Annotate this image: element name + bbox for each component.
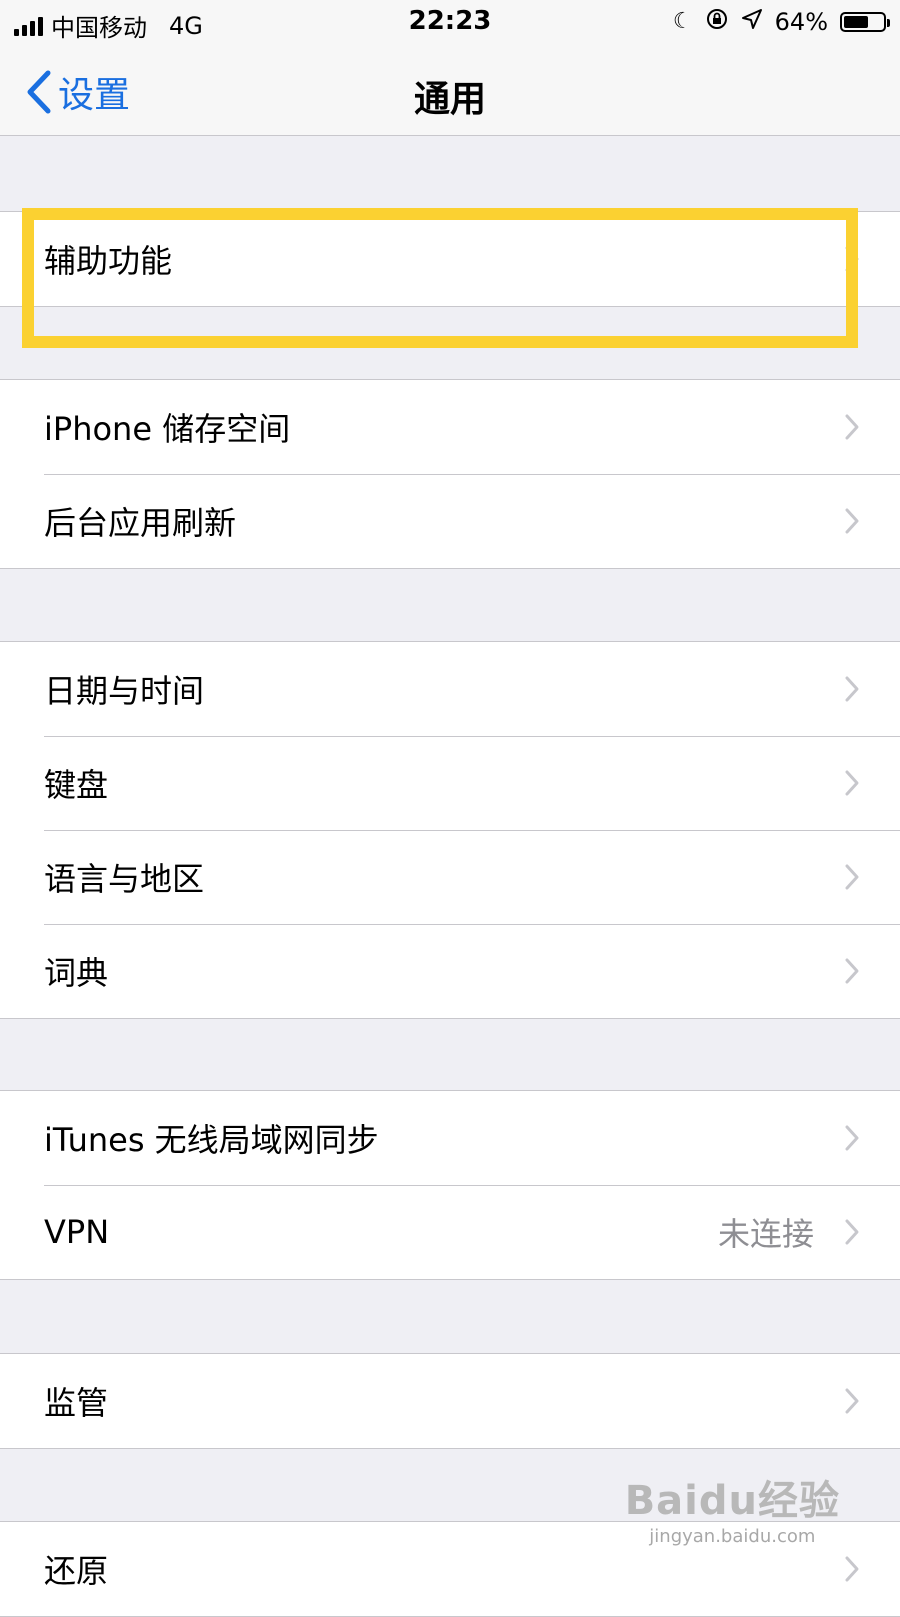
settings-row-keyboard[interactable]: 键盘 <box>0 736 900 830</box>
settings-row-background-app-refresh[interactable]: 后台应用刷新 <box>0 474 900 568</box>
settings-group-accessibility: 辅助功能 <box>0 211 900 307</box>
row-label: 后台应用刷新 <box>44 504 237 542</box>
chevron-right-icon <box>845 508 859 534</box>
settings-row-language-region[interactable]: 语言与地区 <box>0 830 900 924</box>
status-right: ☾ 64% <box>672 7 890 36</box>
chevron-right-icon <box>845 676 859 702</box>
settings-row-itunes-wifi-sync[interactable]: iTunes 无线局域网同步 <box>0 1091 900 1185</box>
watermark-logo: Baidu经验 <box>624 1478 840 1524</box>
settings-group-network: iTunes 无线局域网同步 VPN 未连接 <box>0 1090 900 1280</box>
row-label: 词典 <box>44 954 109 992</box>
settings-row-accessibility[interactable]: 辅助功能 <box>0 212 900 306</box>
settings-group-storage: iPhone 储存空间 后台应用刷新 <box>0 379 900 569</box>
chevron-right-icon <box>845 246 859 272</box>
row-label: 语言与地区 <box>44 860 205 898</box>
settings-row-supervision[interactable]: 监管 <box>0 1354 900 1448</box>
row-label: 监管 <box>44 1384 109 1422</box>
row-label: 日期与时间 <box>44 672 205 710</box>
chevron-right-icon <box>845 770 859 796</box>
do-not-disturb-moon-icon: ☾ <box>672 8 693 34</box>
baidu-jingyan-watermark: Baidu经验 jingyan.baidu.com <box>625 1468 840 1547</box>
watermark-url: jingyan.baidu.com <box>649 1526 816 1547</box>
row-label: 还原 <box>44 1552 109 1590</box>
row-label: 键盘 <box>44 766 109 804</box>
settings-row-date-time[interactable]: 日期与时间 <box>0 642 900 736</box>
settings-row-iphone-storage[interactable]: iPhone 储存空间 <box>0 380 900 474</box>
chevron-right-icon <box>845 864 859 890</box>
chevron-right-icon <box>845 1388 859 1414</box>
row-label: 辅助功能 <box>44 242 173 280</box>
chevron-right-icon <box>845 1125 859 1151</box>
chevron-right-icon <box>845 958 859 984</box>
battery-fill <box>844 15 869 28</box>
chevron-right-icon <box>845 1219 859 1245</box>
page-title: 通用 <box>413 79 486 120</box>
navigation-bar: 设置 通用 <box>0 44 900 136</box>
chevron-right-icon <box>845 414 859 440</box>
row-label: iPhone 储存空间 <box>44 410 291 448</box>
row-label: VPN <box>44 1213 110 1251</box>
location-arrow-icon <box>741 8 763 35</box>
status-bar: 中国移动 4G 22:23 ☾ 64% <box>0 0 900 44</box>
settings-row-dictionary[interactable]: 词典 <box>0 924 900 1018</box>
settings-group-supervision: 监管 <box>0 1353 900 1449</box>
orientation-lock-icon <box>705 7 729 36</box>
settings-group-locale: 日期与时间 键盘 语言与地区 词典 <box>0 641 900 1019</box>
vpn-status-value: 未连接 <box>717 1215 814 1253</box>
battery-percent: 64% <box>774 7 828 36</box>
settings-row-vpn[interactable]: VPN 未连接 <box>0 1185 900 1279</box>
chevron-right-icon <box>845 1556 859 1582</box>
battery-icon <box>840 11 890 32</box>
row-label: iTunes 无线局域网同步 <box>44 1121 379 1159</box>
